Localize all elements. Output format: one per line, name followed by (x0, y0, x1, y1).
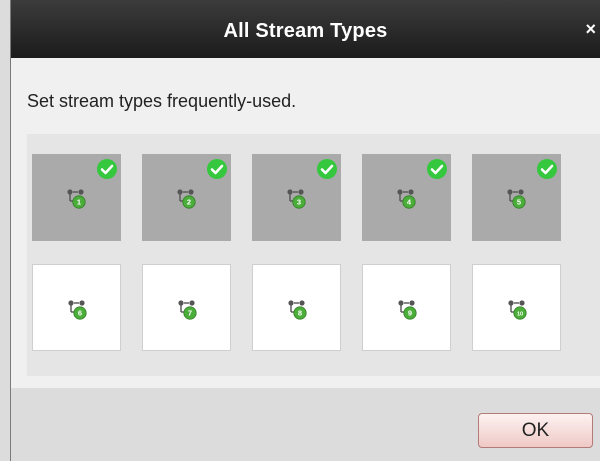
stream-type-number: 5 (517, 198, 521, 207)
stream-type-tile-7[interactable]: 7 (142, 264, 231, 351)
stream-type-number: 10 (517, 312, 523, 318)
check-icon (537, 159, 557, 179)
close-icon[interactable]: × (585, 20, 596, 38)
check-icon (207, 159, 227, 179)
stream-type-grid: 1 2 3 4 5 6 7 8 9 10 (27, 134, 600, 376)
stream-type-tile-8[interactable]: 8 (252, 264, 341, 351)
check-icon (97, 159, 117, 179)
stream-types-dialog: All Stream Types × Set stream types freq… (10, 0, 600, 461)
stream-type-number: 8 (298, 309, 302, 318)
description-text: Set stream types frequently-used. (27, 91, 297, 111)
stream-type-tile-6[interactable]: 6 (32, 264, 121, 351)
stream-type-tile-5[interactable]: 5 (472, 154, 561, 241)
check-icon (317, 159, 337, 179)
dialog-content: Set stream types frequently-used. 1 2 3 4 5 6… (11, 58, 600, 388)
stream-type-icon: 10 (507, 300, 529, 320)
dialog-title: All Stream Types (223, 20, 388, 42)
stream-type-number: 6 (78, 309, 82, 318)
stream-type-number: 7 (188, 309, 192, 318)
stream-type-icon: 6 (67, 300, 89, 320)
stream-type-icon: 3 (286, 189, 308, 209)
stream-type-icon: 1 (66, 189, 88, 209)
stream-type-tile-4[interactable]: 4 (362, 154, 451, 241)
stream-type-icon: 5 (506, 189, 528, 209)
stream-type-tile-1[interactable]: 1 (32, 154, 121, 241)
stream-type-icon: 4 (396, 189, 418, 209)
stream-type-tile-2[interactable]: 2 (142, 154, 231, 241)
ok-button[interactable]: OK (478, 413, 593, 448)
stream-type-icon: 2 (176, 189, 198, 209)
check-icon (427, 159, 447, 179)
stream-type-number: 1 (77, 198, 81, 207)
stream-type-icon: 8 (287, 300, 309, 320)
stream-type-number: 3 (297, 198, 301, 207)
stream-type-number: 9 (408, 309, 412, 318)
stream-type-icon: 7 (177, 300, 199, 320)
dialog-titlebar: All Stream Types × (11, 0, 600, 58)
stream-type-tile-10[interactable]: 10 (472, 264, 561, 351)
stream-type-tile-9[interactable]: 9 (362, 264, 451, 351)
stream-type-number: 2 (187, 198, 191, 207)
stream-type-icon: 9 (397, 300, 419, 320)
stream-type-tile-3[interactable]: 3 (252, 154, 341, 241)
dialog-footer: OK (11, 388, 600, 461)
